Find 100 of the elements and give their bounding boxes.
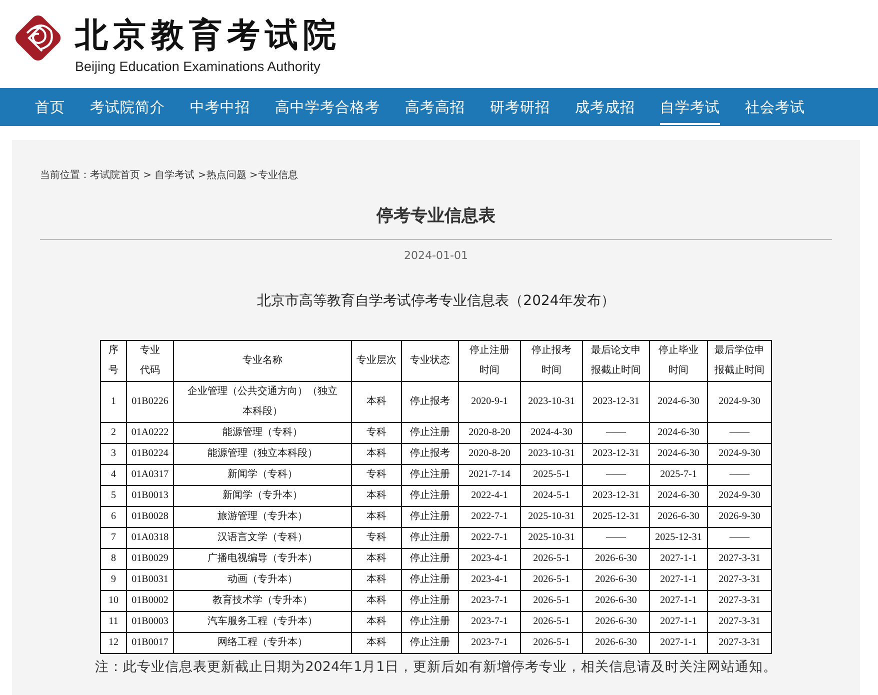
table-cell: 2022-4-1 [458,486,520,506]
table-cell: 停止注册 [402,422,458,444]
table-cell: 2024-9-30 [708,382,772,422]
table-cell: 2026-6-30 [582,570,650,590]
column-header: 专业状态 [402,340,458,382]
table-cell: 2023-7-1 [458,612,520,632]
table-cell: 停止注册 [402,570,458,590]
column-header: 停止注册时间 [458,340,520,382]
table-cell: —— [582,464,650,486]
column-header: 停止毕业时间 [650,340,708,382]
table-cell: 2026-5-1 [520,548,582,570]
table-cell: 01B0031 [126,570,174,590]
table-cell: 2025-7-1 [650,464,708,486]
table-cell: 01B0226 [126,382,174,422]
table-cell: 2027-1-1 [650,632,708,654]
table-cell: 01A0222 [126,422,174,444]
table-cell: 本科 [352,612,402,632]
table-cell: 2027-1-1 [650,548,708,570]
table-cell: 2025-10-31 [520,528,582,548]
table-cell: 2027-3-31 [708,612,772,632]
breadcrumb: 当前位置：考试院首页 > 自学考试 >热点问题 >专业信息 [40,168,298,182]
table-cell: 6 [100,506,126,528]
column-header: 最后学位申报截止时间 [708,340,772,382]
table-cell: 停止注册 [402,548,458,570]
table-cell: 新闻学（专科） [174,464,352,486]
table-cell: 4 [100,464,126,486]
table-cell: 汉语言文学（专科） [174,528,352,548]
table-cell: 企业管理（公共交通方向）（独立本科段） [174,382,352,422]
table-cell: 专科 [352,528,402,548]
table-cell: 本科 [352,590,402,612]
table-cell: 旅游管理（专升本） [174,506,352,528]
nav-tab[interactable]: 自学考试 [660,90,720,124]
nav-tab[interactable]: 成考成招 [575,90,635,124]
table-cell: 01B0224 [126,444,174,464]
table-cell: 本科 [352,570,402,590]
nav-tab[interactable]: 高中学考合格考 [275,90,380,124]
table-cell: 2023-4-1 [458,548,520,570]
table-cell: 停止注册 [402,528,458,548]
table-cell: 7 [100,528,126,548]
table-cell: 2026-6-30 [650,506,708,528]
table-cell: 2027-3-31 [708,632,772,654]
column-header: 序号 [100,340,126,382]
nav-tab[interactable]: 中考中招 [190,90,250,124]
table-cell: 2026-6-30 [582,632,650,654]
table-cell: —— [708,464,772,486]
table-cell: 2022-7-1 [458,506,520,528]
table-cell: 能源管理（独立本科段） [174,444,352,464]
table-cell: 2027-1-1 [650,570,708,590]
table-cell: 本科 [352,506,402,528]
table-cell: 2023-7-1 [458,632,520,654]
footnote: 注：此专业信息表更新截止日期为2024年1月1日，更新后如有新增停考专业，相关信息请及时关注网站通知。 [95,658,777,676]
table-cell: 2023-10-31 [520,444,582,464]
nav-tab[interactable]: 首页 [35,90,65,124]
table-cell: 2020-8-20 [458,422,520,444]
table-cell: 2023-7-1 [458,590,520,612]
table-cell: 2024-6-30 [650,422,708,444]
table-cell: 01B0013 [126,486,174,506]
table-cell: 2024-9-30 [708,486,772,506]
table-cell: 2023-12-31 [582,382,650,422]
site-title: 北京教育考试院 [75,14,341,54]
article-title: 停考专业信息表 [40,204,832,240]
table-cell: 2026-9-30 [708,506,772,528]
table-cell: 动画（专升本） [174,570,352,590]
table-cell: 2024-6-30 [650,444,708,464]
table-cell: 2024-9-30 [708,444,772,464]
site-subtitle: Beijing Education Examinations Authority [75,58,322,74]
table-cell: 停止注册 [402,632,458,654]
table-cell: 2024-6-30 [650,486,708,506]
table-cell: 10 [100,590,126,612]
table-cell: 2026-5-1 [520,590,582,612]
table-cell: 2 [100,422,126,444]
nav-tab[interactable]: 社会考试 [745,90,805,124]
table-cell: 专科 [352,422,402,444]
table-cell: 2025-12-31 [582,506,650,528]
table-cell: 本科 [352,632,402,654]
table-cell: 5 [100,486,126,506]
table-cell: 2024-6-30 [650,382,708,422]
table-caption: 北京市高等教育自学考试停考专业信息表（2024年发布） [257,292,615,310]
nav-tab[interactable]: 研考研招 [490,90,550,124]
table-cell: 教育技术学（专升本） [174,590,352,612]
table-cell: 2023-4-1 [458,570,520,590]
table-cell: 2020-8-20 [458,444,520,464]
column-header: 最后论文申报截止时间 [582,340,650,382]
table-cell: 3 [100,444,126,464]
table-cell: 2026-6-30 [582,590,650,612]
column-header: 停止报考时间 [520,340,582,382]
table-cell: —— [708,422,772,444]
table-cell: 停止注册 [402,612,458,632]
nav-tab[interactable]: 高考高招 [405,90,465,124]
table-cell: 本科 [352,382,402,422]
table-cell: 01A0317 [126,464,174,486]
table-cell: 新闻学（专升本） [174,486,352,506]
table-cell: —— [708,528,772,548]
nav-tab[interactable]: 考试院简介 [90,90,165,124]
table-cell: 2022-7-1 [458,528,520,548]
table-cell: 2026-6-30 [582,612,650,632]
table-cell: 2027-3-31 [708,548,772,570]
table-cell: 01B0002 [126,590,174,612]
column-header: 专业名称 [174,340,352,382]
table-cell: 停止注册 [402,486,458,506]
